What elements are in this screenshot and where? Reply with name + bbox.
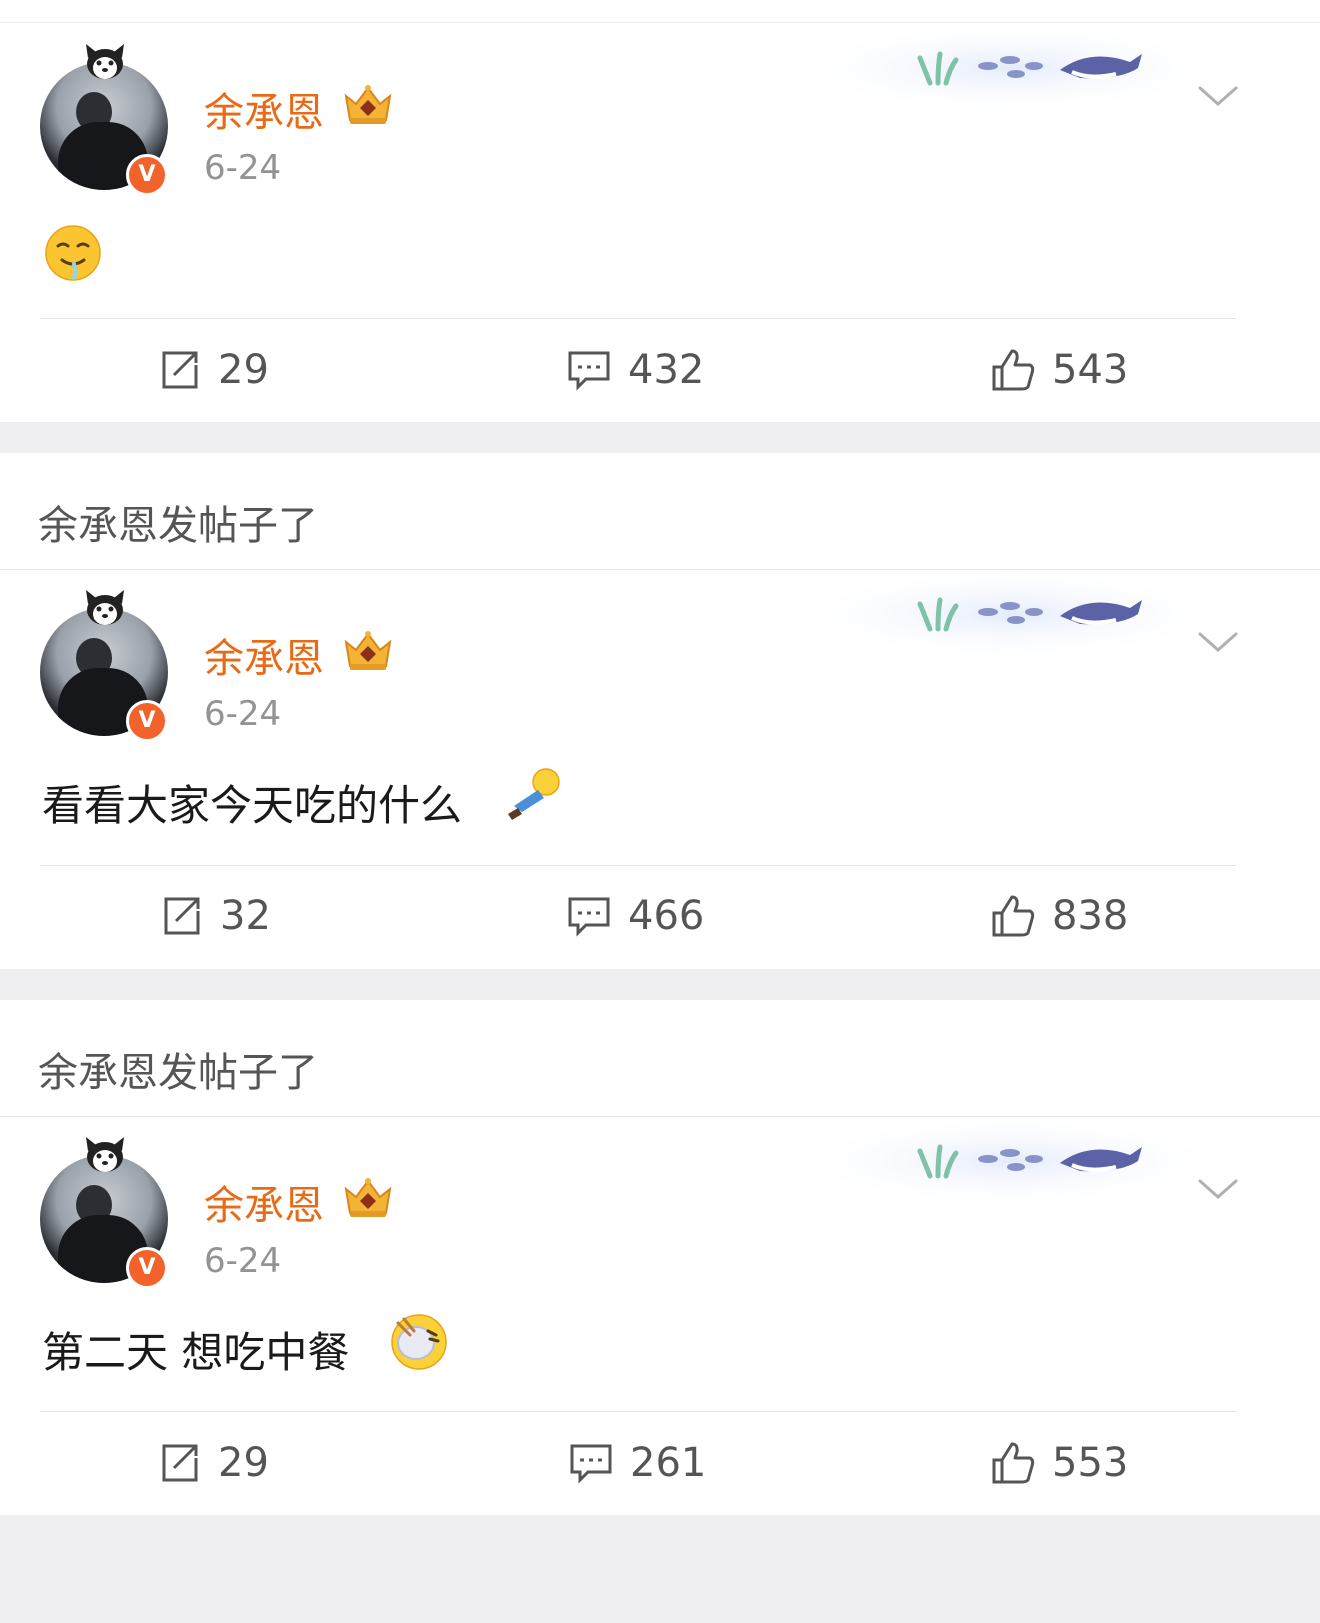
like-count: 838 <box>1052 893 1129 939</box>
verified-badge: V <box>126 1247 168 1289</box>
username[interactable]: 余承恩 <box>204 1173 324 1231</box>
repost-count: 29 <box>218 1440 269 1486</box>
like-count: 553 <box>1052 1440 1129 1486</box>
post-card: V 余承恩 6-24 第二天 想吃中餐 29 261 553 <box>0 1117 1320 1515</box>
like-button[interactable]: 838 <box>990 886 1128 946</box>
eating-face-emoji <box>391 1314 447 1370</box>
repost-button[interactable]: 29 <box>156 340 269 400</box>
post-text: 第二天 想吃中餐 <box>42 1328 350 1377</box>
thumbs-up-icon <box>992 1442 1035 1484</box>
crown-badge-icon <box>344 1178 392 1217</box>
husky-pendant-icon <box>86 1137 124 1172</box>
chevron-down-icon[interactable] <box>1196 1175 1240 1203</box>
like-count: 543 <box>1052 347 1129 393</box>
post-date: 6-24 <box>204 1241 282 1281</box>
repost-button[interactable]: 32 <box>158 886 271 946</box>
flying-person-emoji <box>508 768 560 820</box>
section-header: 余承恩发帖子了 <box>0 1000 1320 1117</box>
ocean-decoration-icon <box>820 28 1200 108</box>
section-header-text: 余承恩发帖子了 <box>38 1050 318 1096</box>
verified-badge: V <box>126 700 168 742</box>
repost-button[interactable]: 29 <box>156 1433 269 1493</box>
verified-badge: V <box>126 154 168 196</box>
divider <box>40 318 1236 319</box>
like-button[interactable]: 553 <box>990 1433 1128 1493</box>
post-card: V 余承恩 6-24 看看大家今天吃的什么 32 466 838 <box>0 570 1320 969</box>
divider <box>40 865 1236 866</box>
post-date: 6-24 <box>204 148 282 188</box>
like-button[interactable]: 543 <box>990 340 1128 400</box>
comment-count: 466 <box>628 893 705 939</box>
divider <box>40 1411 1236 1412</box>
post-text: 看看大家今天吃的什么 <box>42 781 463 830</box>
post-card: V 余承恩 6-24 29 432 543 <box>0 0 1320 422</box>
drooling-face-emoji <box>45 225 101 281</box>
crown-badge-icon <box>344 85 392 124</box>
avatar[interactable]: V <box>40 1135 170 1289</box>
comment-icon <box>568 897 610 937</box>
ocean-decoration-icon <box>820 574 1200 654</box>
avatar[interactable]: V <box>40 42 170 196</box>
section-header: 余承恩发帖子了 <box>0 453 1320 570</box>
top-divider <box>0 22 1320 23</box>
post-date: 6-24 <box>204 694 282 734</box>
repost-count: 32 <box>220 893 271 939</box>
avatar[interactable]: V <box>40 588 170 742</box>
comment-count: 261 <box>630 1440 707 1486</box>
husky-pendant-icon <box>86 590 124 625</box>
ocean-decoration-icon <box>820 1121 1200 1201</box>
repost-icon <box>162 351 198 389</box>
thumbs-up-icon <box>992 895 1035 937</box>
chevron-down-icon[interactable] <box>1196 82 1240 110</box>
comment-icon <box>570 1444 612 1484</box>
comment-icon <box>568 351 610 391</box>
comment-button[interactable]: 261 <box>568 1433 706 1493</box>
crown-badge-icon <box>344 631 392 670</box>
repost-icon <box>164 897 200 935</box>
comment-count: 432 <box>628 347 705 393</box>
husky-pendant-icon <box>86 44 124 79</box>
username[interactable]: 余承恩 <box>204 626 324 684</box>
repost-count: 29 <box>218 347 269 393</box>
username[interactable]: 余承恩 <box>204 80 324 138</box>
thumbs-up-icon <box>992 349 1035 391</box>
repost-icon <box>162 1444 198 1482</box>
section-header-text: 余承恩发帖子了 <box>38 503 318 549</box>
comment-button[interactable]: 466 <box>566 886 704 946</box>
chevron-down-icon[interactable] <box>1196 628 1240 656</box>
comment-button[interactable]: 432 <box>566 340 704 400</box>
